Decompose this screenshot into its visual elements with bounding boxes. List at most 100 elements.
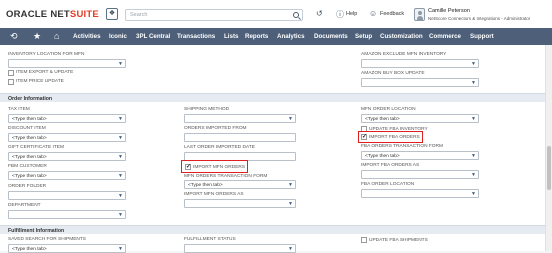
orders-imported-from-label: ORDERS IMPORTED FROM (184, 126, 247, 131)
logo-oracle: ORACLE (6, 9, 48, 20)
recent-records-icon[interactable]: ❖ (106, 8, 118, 20)
form-content: INVENTORY LOCATION FOR MFN ▼ ITEM EXPORT… (0, 45, 545, 253)
department-label: DEPARTMENT (8, 203, 41, 208)
help-icon[interactable]: ⓘ (336, 9, 344, 20)
chevron-down-icon: ▼ (118, 61, 123, 67)
user-name[interactable]: Camille Peterson (428, 8, 470, 14)
amazon-exclude-label: AMAZON EXCLUDE MFN INVENTORY (361, 52, 447, 57)
orders-imported-from-field[interactable] (184, 133, 296, 142)
feedback-link[interactable]: Feedback (380, 11, 404, 17)
last-order-date-label: LAST ORDER IMPORTED DATE (184, 145, 255, 150)
nav-documents[interactable]: Documents (314, 33, 348, 40)
import-fba-as-select[interactable]: ▼ (361, 170, 479, 179)
chevron-down-icon: ▼ (471, 153, 476, 159)
section-title: Fulfillment Information (8, 228, 65, 234)
chevron-down-icon: ▼ (471, 191, 476, 197)
import-fba-highlight (358, 130, 423, 143)
fba-trans-form-label: FBA ORDERS TRANSACTION FORM (361, 144, 443, 149)
search-icon[interactable] (293, 12, 299, 18)
help-link[interactable]: Help (346, 11, 357, 17)
nav-reports[interactable]: Reports (245, 33, 268, 40)
search-input[interactable]: Search (130, 12, 147, 18)
import-fba-as-label: IMPORT FBA ORDERS AS (361, 163, 420, 168)
chevron-down-icon: ▼ (471, 172, 476, 178)
chevron-down-icon: ▼ (118, 135, 123, 141)
chevron-down-icon: ▼ (471, 116, 476, 122)
gift-certificate-select[interactable]: <Type then tab> ▼ (8, 152, 126, 161)
logo-net: NET (50, 9, 70, 20)
nav-lists[interactable]: Lists (224, 33, 238, 40)
chevron-down-icon: ▼ (288, 201, 293, 207)
fulfillment-status-select[interactable]: ▼ (184, 244, 296, 253)
mfn-order-location-label: MFN ORDER LOCATION (361, 107, 416, 112)
nav-setup[interactable]: Setup (355, 33, 372, 40)
mfn-order-location-select[interactable]: <Type then tab> ▼ (361, 114, 479, 123)
home-icon[interactable]: ⌂ (54, 31, 59, 42)
nav-iconic[interactable]: Iconic (109, 33, 127, 40)
chevron-down-icon: ▼ (118, 173, 123, 179)
order-folder-label: ORDER FOLDER (8, 184, 47, 189)
mfn-trans-form-select[interactable]: <Type then tab> ▼ (184, 180, 296, 189)
fulfillment-information-section[interactable]: Fulfillment Information (0, 225, 545, 234)
shipping-method-label: SHIPPING METHOD (184, 107, 230, 112)
order-folder-select[interactable]: ▼ (8, 191, 126, 200)
user-role[interactable]: NetScore Connectors & Integrations - Adm… (428, 16, 530, 21)
department-select[interactable]: ▼ (8, 210, 126, 219)
logo-suite: SUITE (69, 9, 99, 20)
mfn-trans-form-value: <Type then tab> (188, 182, 223, 188)
fbm-customer-select[interactable]: <Type then tab> ▼ (8, 171, 126, 180)
scroll-thumb[interactable] (547, 146, 551, 190)
chevron-down-icon: ▼ (288, 246, 293, 252)
top-bar: ORACLE NET SUITE ❖ Search ↺ ⓘ Help ☺ Fee… (0, 0, 552, 29)
fba-order-location-select[interactable]: ▼ (361, 189, 479, 198)
amazon-exclude-select[interactable]: ▼ (361, 59, 479, 68)
mfn-trans-form-label: MFN ORDERS TRANSACTION FORM (184, 174, 268, 179)
chevron-down-icon: ▼ (118, 212, 123, 218)
feedback-icon[interactable]: ☺ (369, 9, 377, 18)
gift-certificate-label: GIFT CERTIFICATE ITEM (8, 145, 64, 150)
update-fba-shipments-label: UPDATE FBA SHIPMENTS (369, 237, 428, 243)
saved-search-label: SAVED SEARCH FOR SHIPMENTS (8, 237, 87, 242)
chevron-down-icon: ▼ (118, 154, 123, 160)
nav-customization[interactable]: Customization (380, 33, 423, 40)
discount-item-value: <Type then tab> (12, 135, 47, 141)
tax-item-select[interactable]: <Type then tab> ▼ (8, 114, 126, 123)
chevron-down-icon: ▼ (288, 182, 293, 188)
update-fba-shipments-checkbox[interactable] (361, 237, 367, 243)
refresh-icon[interactable]: ↺ (316, 9, 323, 18)
item-price-checkbox[interactable] (8, 79, 14, 85)
fba-trans-form-select[interactable]: <Type then tab> ▼ (361, 151, 479, 160)
shipping-method-select[interactable]: ▼ (184, 114, 296, 123)
tax-item-value: <Type then tab> (12, 116, 47, 122)
star-icon[interactable]: ★ (33, 31, 41, 42)
nav-3pl-central[interactable]: 3PL Central (136, 33, 170, 40)
fbm-customer-value: <Type then tab> (12, 173, 47, 179)
import-mfn-as-select[interactable]: ▼ (184, 199, 296, 208)
nav-support[interactable]: Support (470, 33, 494, 40)
avatar-icon[interactable] (414, 8, 425, 21)
nav-activities[interactable]: Activities (73, 33, 101, 40)
main-nav: ⟲ ★ ⌂ Activities Iconic 3PL Central Tran… (0, 28, 552, 45)
inventory-location-select[interactable]: ▼ (8, 59, 126, 68)
fba-trans-form-value: <Type then tab> (365, 153, 400, 159)
nav-analytics[interactable]: Analytics (277, 33, 305, 40)
fulfillment-status-label: FULFILLMENT STATUS (184, 237, 236, 242)
netsuite-logo[interactable]: ORACLE NET SUITE (6, 9, 99, 20)
fbm-customer-label: FBM CUSTOMER (8, 164, 47, 169)
nav-commerce[interactable]: Commerce (429, 33, 461, 40)
saved-search-select[interactable]: <Type then tab> ▼ (8, 244, 126, 253)
chevron-down-icon: ▼ (118, 246, 123, 252)
discount-item-select[interactable]: <Type then tab> ▼ (8, 133, 126, 142)
nav-transactions[interactable]: Transactions (177, 33, 215, 40)
global-search[interactable]: Search (125, 9, 303, 21)
page-scrollbar[interactable] (545, 45, 552, 251)
tax-item-label: TAX ITEM (8, 107, 30, 112)
amazon-buy-box-select[interactable]: ▼ (361, 78, 479, 87)
back-icon[interactable]: ⟲ (10, 31, 18, 42)
amazon-buy-box-label: AMAZON BUY BOX UPDATE (361, 71, 425, 76)
inventory-location-label: INVENTORY LOCATION FOR MFN (8, 52, 85, 57)
gift-certificate-value: <Type then tab> (12, 154, 47, 160)
chevron-down-icon: ▼ (118, 116, 123, 122)
item-export-checkbox[interactable] (8, 70, 14, 76)
order-information-section[interactable]: Order Information (0, 93, 545, 102)
